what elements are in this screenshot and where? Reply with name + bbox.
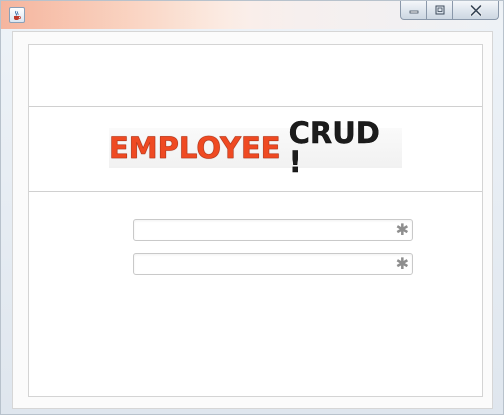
title-bar-glow: [1, 1, 251, 29]
required-asterisk-icon: ✱: [395, 254, 409, 273]
close-button[interactable]: [453, 1, 499, 20]
banner-divider: [29, 191, 482, 192]
main-panel: EMPLOYEE CRUD ! ✱ ✱: [28, 44, 483, 397]
minimize-button[interactable]: [400, 1, 427, 20]
password-input[interactable]: [138, 256, 388, 272]
window-controls: [400, 1, 499, 21]
header-divider: [29, 106, 482, 107]
title-bar[interactable]: [1, 1, 503, 29]
login-field-2[interactable]: ✱: [133, 253, 413, 275]
close-icon: [469, 4, 482, 16]
minimize-icon: [409, 10, 418, 14]
banner-word-employee: EMPLOYEE: [109, 130, 281, 165]
required-asterisk-icon: ✱: [395, 220, 409, 239]
login-field-1[interactable]: ✱: [133, 219, 413, 241]
java-cup-icon[interactable]: [9, 7, 25, 23]
maximize-icon: [435, 5, 444, 15]
username-input[interactable]: [138, 222, 388, 238]
app-banner: EMPLOYEE CRUD !: [109, 118, 402, 177]
maximize-button[interactable]: [427, 1, 453, 20]
window-client-area: EMPLOYEE CRUD ! ✱ ✱: [12, 31, 493, 409]
app-window: EMPLOYEE CRUD ! ✱ ✱: [0, 0, 504, 415]
banner-word-crud: CRUD !: [288, 116, 380, 179]
